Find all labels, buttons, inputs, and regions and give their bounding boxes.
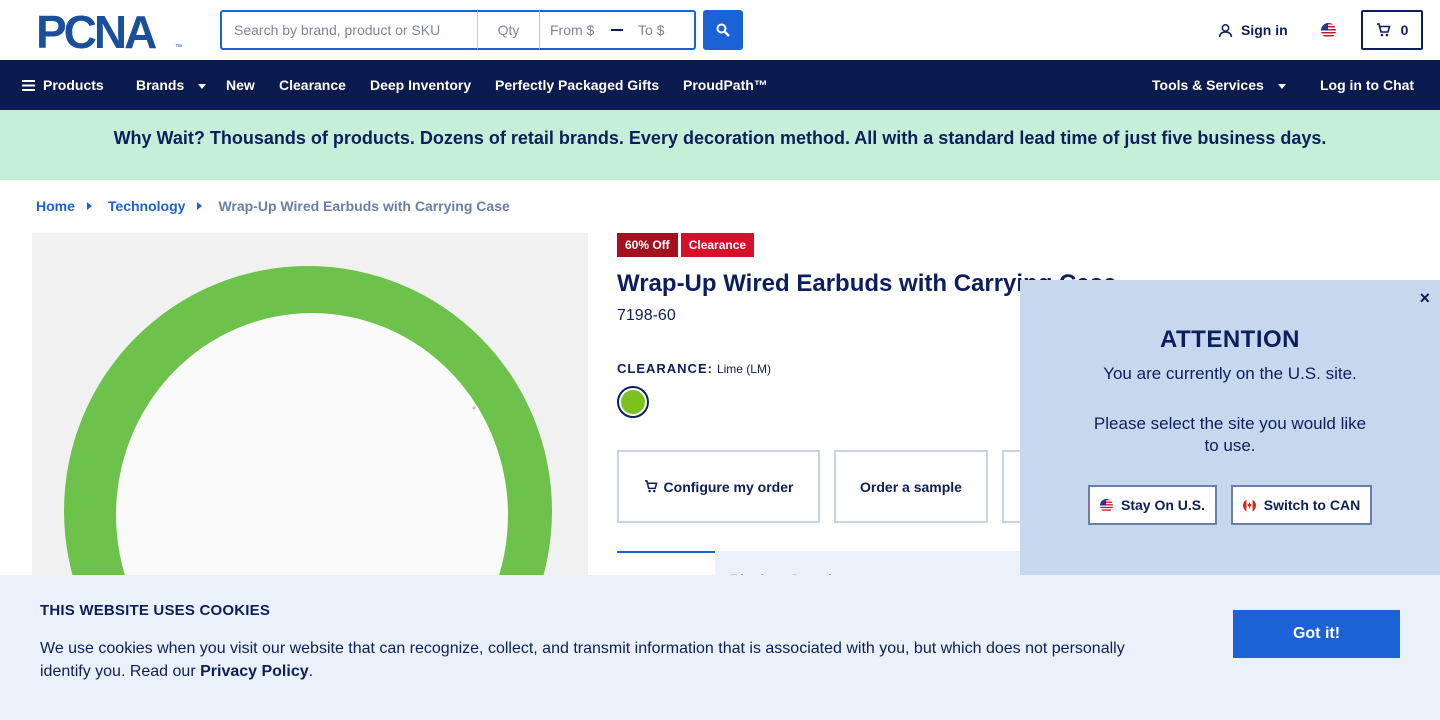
breadcrumb: Home Technology Wrap-Up Wired Earbuds wi… bbox=[36, 198, 510, 214]
privacy-policy-link[interactable]: Privacy Policy bbox=[200, 663, 309, 680]
search-input[interactable] bbox=[220, 10, 478, 50]
canada-flag-icon bbox=[1242, 498, 1256, 512]
search-button[interactable] bbox=[703, 10, 743, 50]
user-icon bbox=[1218, 23, 1233, 37]
nav-gifts[interactable]: Perfectly Packaged Gifts bbox=[495, 77, 659, 93]
product-tabs: Decorated Blank or Sample bbox=[617, 551, 1020, 575]
color-name: Lime (LM) bbox=[716, 362, 771, 376]
sign-in-link[interactable]: Sign in bbox=[1218, 22, 1288, 38]
nav-brands-label: Brands bbox=[136, 77, 185, 93]
tab-decorated[interactable]: Decorated bbox=[617, 551, 716, 575]
cookie-title: THIS WEBSITE USES COOKIES bbox=[40, 602, 271, 619]
chevron-down-icon bbox=[1277, 84, 1286, 89]
cart-icon bbox=[644, 480, 658, 493]
nav-chat[interactable]: Log in to Chat bbox=[1320, 77, 1414, 93]
price-dash bbox=[611, 29, 623, 31]
stay-us-button[interactable]: Stay On U.S. bbox=[1088, 485, 1217, 525]
nav-products[interactable]: Products bbox=[22, 77, 104, 93]
price-from-input[interactable] bbox=[540, 12, 606, 48]
cookie-end: . bbox=[308, 663, 314, 680]
color-swatch-lime[interactable] bbox=[617, 386, 649, 418]
attention-title: ATTENTION bbox=[1159, 326, 1301, 353]
breadcrumb-home[interactable]: Home bbox=[36, 198, 75, 214]
hamburger-icon bbox=[22, 79, 35, 91]
site-selection-modal: × ATTENTION You are currently on the U.S… bbox=[1020, 280, 1440, 575]
tab-blank-or-sample[interactable]: Blank or Sample bbox=[715, 551, 855, 575]
caret-right-icon bbox=[86, 202, 92, 210]
nav-tools[interactable]: Tools & Services bbox=[1152, 77, 1286, 93]
order-sample-button[interactable]: Order a sample bbox=[834, 450, 988, 523]
earbuds-case-image bbox=[64, 266, 552, 575]
sign-in-label: Sign in bbox=[1241, 22, 1288, 38]
nav-brands[interactable]: Brands bbox=[136, 77, 207, 93]
switch-can-label: Switch to CAN bbox=[1263, 497, 1361, 513]
nav-proudpath-label: ProudPath™ bbox=[683, 77, 768, 93]
product-badges: 60% Off Clearance bbox=[617, 233, 755, 257]
attention-current-site: You are currently on the U.S. site. bbox=[1103, 364, 1357, 383]
nav-clearance-label: Clearance bbox=[279, 77, 346, 93]
swatch-fill bbox=[621, 390, 645, 414]
nav-new[interactable]: New bbox=[226, 77, 255, 93]
caret-right-icon bbox=[197, 202, 203, 210]
discount-badge: 60% Off bbox=[617, 233, 678, 257]
stay-us-label: Stay On U.S. bbox=[1120, 497, 1206, 513]
qty-input[interactable] bbox=[478, 10, 540, 50]
search-icon bbox=[716, 23, 730, 37]
promo-text: Why Wait? Thousands of products. Dozens … bbox=[113, 127, 1327, 148]
nav-gifts-label: Perfectly Packaged Gifts bbox=[495, 77, 660, 93]
attention-instruction: Please select the site you would like to… bbox=[1093, 414, 1367, 455]
nav-deep-inventory[interactable]: Deep Inventory bbox=[370, 77, 471, 93]
nav-new-label: New bbox=[226, 77, 255, 93]
svg-text:™: ™ bbox=[175, 44, 182, 51]
clearance-badge: Clearance bbox=[680, 233, 755, 257]
price-range bbox=[540, 10, 696, 50]
product-image[interactable] bbox=[32, 233, 588, 575]
configure-order-button[interactable]: Configure my order bbox=[617, 450, 820, 523]
product-sku: 7198-60 bbox=[617, 307, 676, 324]
breadcrumb-current: Wrap-Up Wired Earbuds with Carrying Case bbox=[218, 198, 510, 214]
cart-count: 0 bbox=[1400, 22, 1409, 38]
accept-cookies-button[interactable]: Got it! bbox=[1233, 610, 1400, 658]
promo-banner: Why Wait? Thousands of products. Dozens … bbox=[0, 110, 1440, 180]
chevron-down-icon bbox=[198, 84, 207, 89]
main-nav: Products Brands New Clearance Deep Inven… bbox=[0, 60, 1440, 110]
cart-button[interactable]: 0 bbox=[1361, 10, 1423, 50]
cookie-banner: THIS WEBSITE USES COOKIES We use cookies… bbox=[0, 575, 1440, 720]
configure-order-label: Configure my order bbox=[663, 478, 794, 495]
logo-text: PCNA bbox=[36, 10, 156, 52]
nav-chat-label: Log in to Chat bbox=[1320, 77, 1415, 93]
us-flag-icon bbox=[1099, 498, 1113, 512]
nav-tools-label: Tools & Services bbox=[1152, 77, 1264, 93]
nav-proudpath[interactable]: ProudPath™ bbox=[683, 77, 768, 93]
clearance-label: CLEARANCE: bbox=[617, 361, 713, 376]
cookie-text: We use cookies when you visit our websit… bbox=[40, 637, 1150, 683]
breadcrumb-category[interactable]: Technology bbox=[108, 198, 186, 214]
top-header: PCNA ™ Sign in bbox=[0, 0, 1440, 60]
nav-products-label: Products bbox=[43, 77, 104, 93]
order-sample-label: Order a sample bbox=[860, 478, 962, 495]
nav-clearance[interactable]: Clearance bbox=[279, 77, 346, 93]
color-selection-label: CLEARANCE: Lime (LM) bbox=[617, 361, 771, 376]
pcna-logo[interactable]: PCNA ™ bbox=[36, 6, 186, 58]
cart-icon bbox=[1376, 23, 1391, 37]
close-icon[interactable]: × bbox=[1419, 288, 1430, 309]
switch-can-button[interactable]: Switch to CAN bbox=[1231, 485, 1372, 525]
price-to-input[interactable] bbox=[628, 12, 694, 48]
search-bar bbox=[220, 10, 696, 50]
us-flag-icon[interactable] bbox=[1321, 23, 1336, 38]
nav-deep-inventory-label: Deep Inventory bbox=[370, 77, 472, 93]
